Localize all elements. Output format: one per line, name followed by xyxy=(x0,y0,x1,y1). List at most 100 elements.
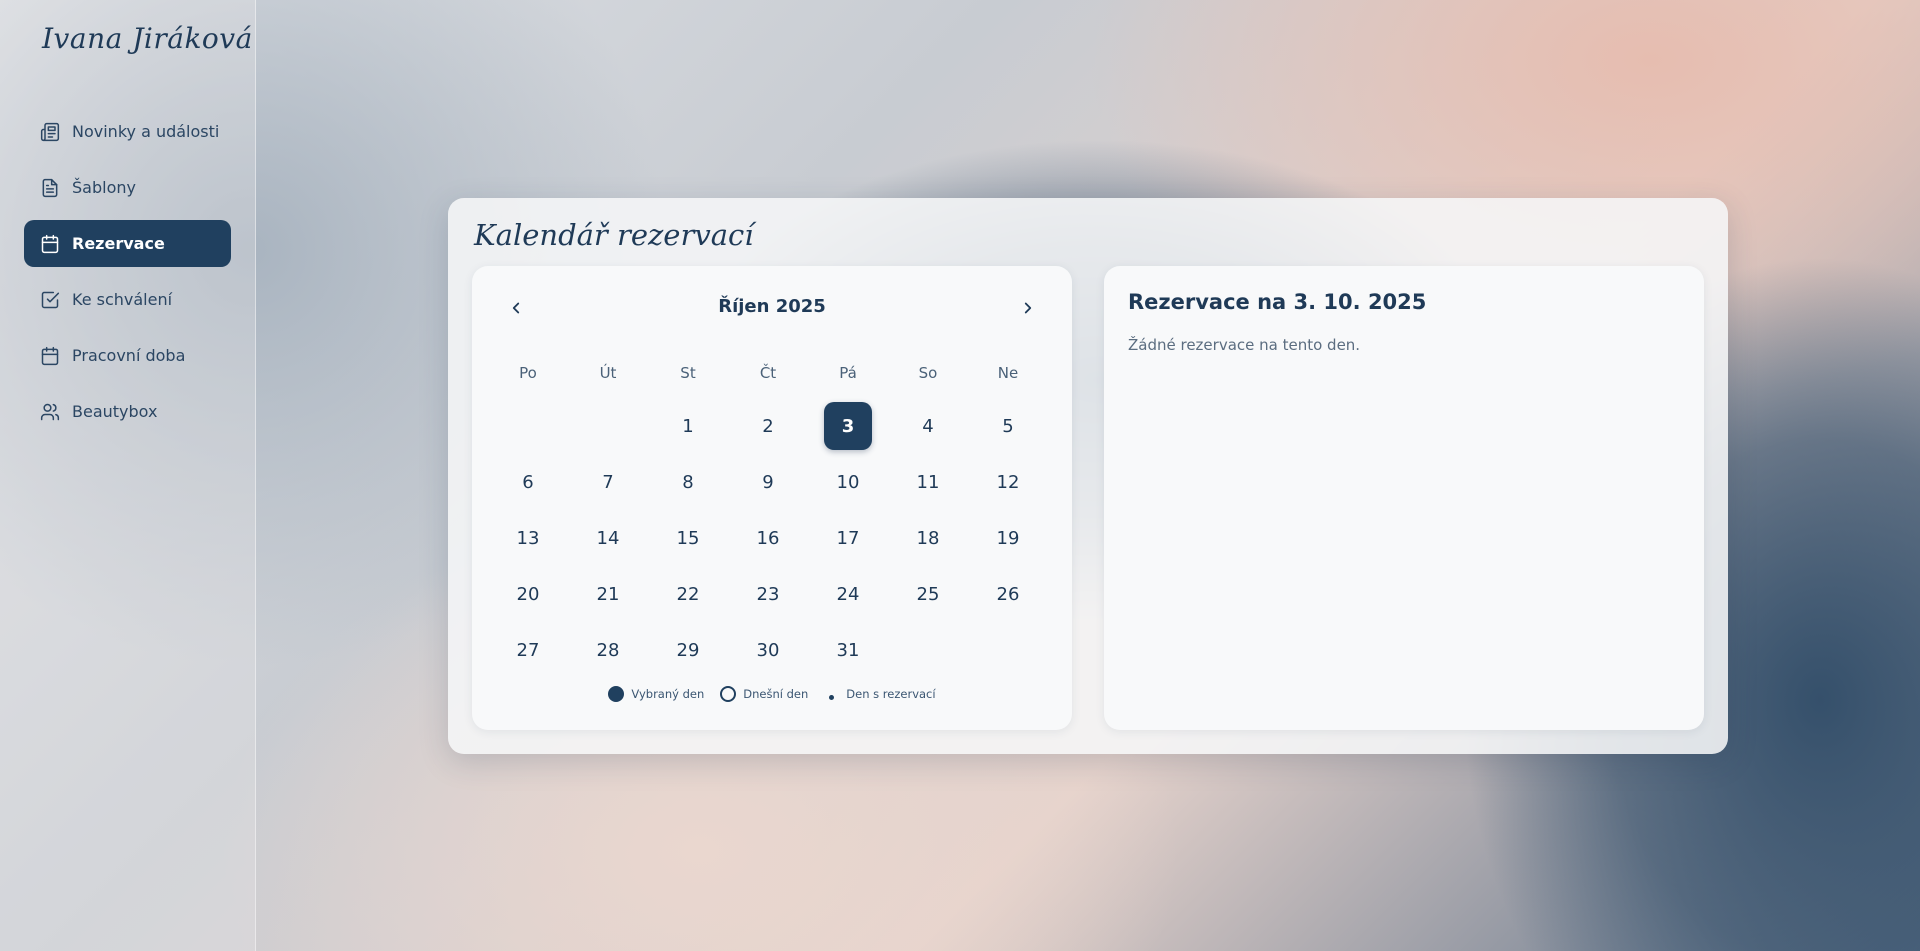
calendar-icon xyxy=(41,234,59,253)
calendar-day-number: 10 xyxy=(836,471,860,493)
calendar-day[interactable]: 28 xyxy=(568,622,648,678)
sidebar-item-sablony[interactable]: Šablony xyxy=(24,164,231,211)
calendar-day[interactable]: 1 xyxy=(648,398,728,454)
sidebar-item-rezervace[interactable]: Rezervace xyxy=(24,220,231,267)
calendar-day-number: 18 xyxy=(916,527,940,549)
reservations-empty-message: Žádné rezervace na tento den. xyxy=(1128,336,1361,354)
calendar-day[interactable]: 21 xyxy=(568,566,648,622)
calendar-day-number: 2 xyxy=(762,415,774,437)
weekday-label: Po xyxy=(519,364,537,382)
calendar-day-number: 7 xyxy=(602,471,614,493)
calendar-day[interactable]: 24 xyxy=(808,566,888,622)
calendar-day[interactable]: 20 xyxy=(488,566,568,622)
calendar-day-selected[interactable]: 3 xyxy=(808,398,888,454)
calendar-day-number: 17 xyxy=(836,527,860,549)
calendar-day[interactable]: 16 xyxy=(728,510,808,566)
calendar-day[interactable]: 26 xyxy=(968,566,1048,622)
sidebar-nav: Novinky a události Šablony Rezervace Ke … xyxy=(24,108,231,444)
calendar-day-number: 1 xyxy=(682,415,694,437)
calendar-day[interactable]: 30 xyxy=(728,622,808,678)
newspaper-icon xyxy=(40,122,60,141)
month-label: Říjen 2025 xyxy=(718,296,826,317)
calendar-day-number: 26 xyxy=(996,583,1020,605)
legend-reservation-label: Den s rezervací xyxy=(846,687,936,701)
panel-title: Kalendář rezervací xyxy=(474,218,754,252)
calendar-day[interactable]: 2 xyxy=(728,398,808,454)
sidebar: Ivana Jiráková Novinky a události Šablon… xyxy=(0,0,256,951)
legend-reservation: Den s rezervací xyxy=(824,687,936,701)
calendar-day-number: 20 xyxy=(516,583,540,605)
calendar-day-number: 27 xyxy=(516,639,540,661)
calendar-day[interactable]: 8 xyxy=(648,454,728,510)
calendar-card: Říjen 2025 Po Út St Čt Pá So Ne 12345678… xyxy=(472,266,1072,730)
calendar-day[interactable]: 18 xyxy=(888,510,968,566)
calendar-day-number: 14 xyxy=(596,527,620,549)
legend-selected: Vybraný den xyxy=(608,686,704,702)
weekday-label: St xyxy=(680,364,696,382)
calendar-day-number: 11 xyxy=(916,471,940,493)
users-icon xyxy=(40,403,60,420)
legend-today: Dnešní den xyxy=(720,686,808,702)
brand-name: Ivana Jiráková xyxy=(42,22,253,55)
weekday-label: Čt xyxy=(759,364,777,382)
calendar-day-number: 15 xyxy=(676,527,700,549)
calendar-day[interactable]: 7 xyxy=(568,454,648,510)
reservations-title: Rezervace na 3. 10. 2025 xyxy=(1128,290,1427,314)
calendar-day[interactable]: 27 xyxy=(488,622,568,678)
calendar-day-number: 5 xyxy=(1002,415,1014,437)
next-month-button[interactable] xyxy=(1010,290,1046,326)
calendar-day-number: 16 xyxy=(756,527,780,549)
calendar-day-number: 22 xyxy=(676,583,700,605)
calendar-day[interactable]: 29 xyxy=(648,622,728,678)
sidebar-item-beautybox[interactable]: Beautybox xyxy=(24,388,231,435)
chevron-right-icon xyxy=(1024,302,1032,314)
calendar-day-number: 9 xyxy=(762,471,774,493)
sidebar-item-label: Pracovní doba xyxy=(72,346,186,365)
calendar-day-number: 13 xyxy=(516,527,540,549)
weekday-label: Pá xyxy=(839,364,857,382)
check-square-icon xyxy=(41,291,60,308)
calendar-day[interactable]: 14 xyxy=(568,510,648,566)
calendar-day[interactable]: 10 xyxy=(808,454,888,510)
calendar-icon xyxy=(41,346,59,365)
calendar-day[interactable]: 17 xyxy=(808,510,888,566)
calendar-day-grid: 1 2 3 4 5 6 7 8 9 10 11 12 13 14 15 16 17 18 19 20 21 22 23 24 2… xyxy=(488,398,1048,678)
calendar-day-number: 19 xyxy=(996,527,1020,549)
selected-day-marker xyxy=(608,686,625,702)
weekday-label: Ne xyxy=(997,364,1019,382)
calendar-day-number: 8 xyxy=(682,471,694,493)
calendar-day-number: 28 xyxy=(596,639,620,661)
calendar-day[interactable]: 9 xyxy=(728,454,808,510)
calendar-day-number: 31 xyxy=(836,639,860,661)
calendar-day[interactable]: 4 xyxy=(888,398,968,454)
sidebar-item-novinky[interactable]: Novinky a události xyxy=(24,108,231,155)
calendar-day[interactable]: 23 xyxy=(728,566,808,622)
today-marker xyxy=(720,686,737,702)
calendar-day[interactable]: 15 xyxy=(648,510,728,566)
calendar-day-number: 12 xyxy=(996,471,1020,493)
calendar-day[interactable]: 5 xyxy=(968,398,1048,454)
sidebar-item-label: Rezervace xyxy=(72,234,165,253)
calendar-day[interactable]: 12 xyxy=(968,454,1048,510)
calendar-blank-cell xyxy=(488,398,568,454)
calendar-day-number: 4 xyxy=(922,415,934,437)
calendar-day[interactable]: 25 xyxy=(888,566,968,622)
calendar-day[interactable]: 19 xyxy=(968,510,1048,566)
reservation-calendar-panel: Kalendář rezervací Říjen 2025 Po Út St Č… xyxy=(448,198,1728,754)
calendar-day-number: 21 xyxy=(596,583,620,605)
calendar-legend: Vybraný den Dnešní den Den s rezervací xyxy=(472,686,1072,702)
reservation-marker xyxy=(829,694,835,700)
weekday-header: Po Út St Čt Pá So Ne xyxy=(488,364,1048,382)
sidebar-item-ke-schvaleni[interactable]: Ke schválení xyxy=(24,276,231,323)
weekday-label: So xyxy=(918,364,938,382)
calendar-day[interactable]: 13 xyxy=(488,510,568,566)
calendar-day[interactable]: 22 xyxy=(648,566,728,622)
sidebar-item-label: Beautybox xyxy=(72,402,158,421)
calendar-day[interactable]: 11 xyxy=(888,454,968,510)
calendar-day-number: 3 xyxy=(824,402,872,450)
sidebar-item-pracovni-doba[interactable]: Pracovní doba xyxy=(24,332,231,379)
calendar-day[interactable]: 31 xyxy=(808,622,888,678)
calendar-day[interactable]: 6 xyxy=(488,454,568,510)
calendar-day-number: 6 xyxy=(522,471,534,493)
calendar-day-number: 24 xyxy=(836,583,860,605)
